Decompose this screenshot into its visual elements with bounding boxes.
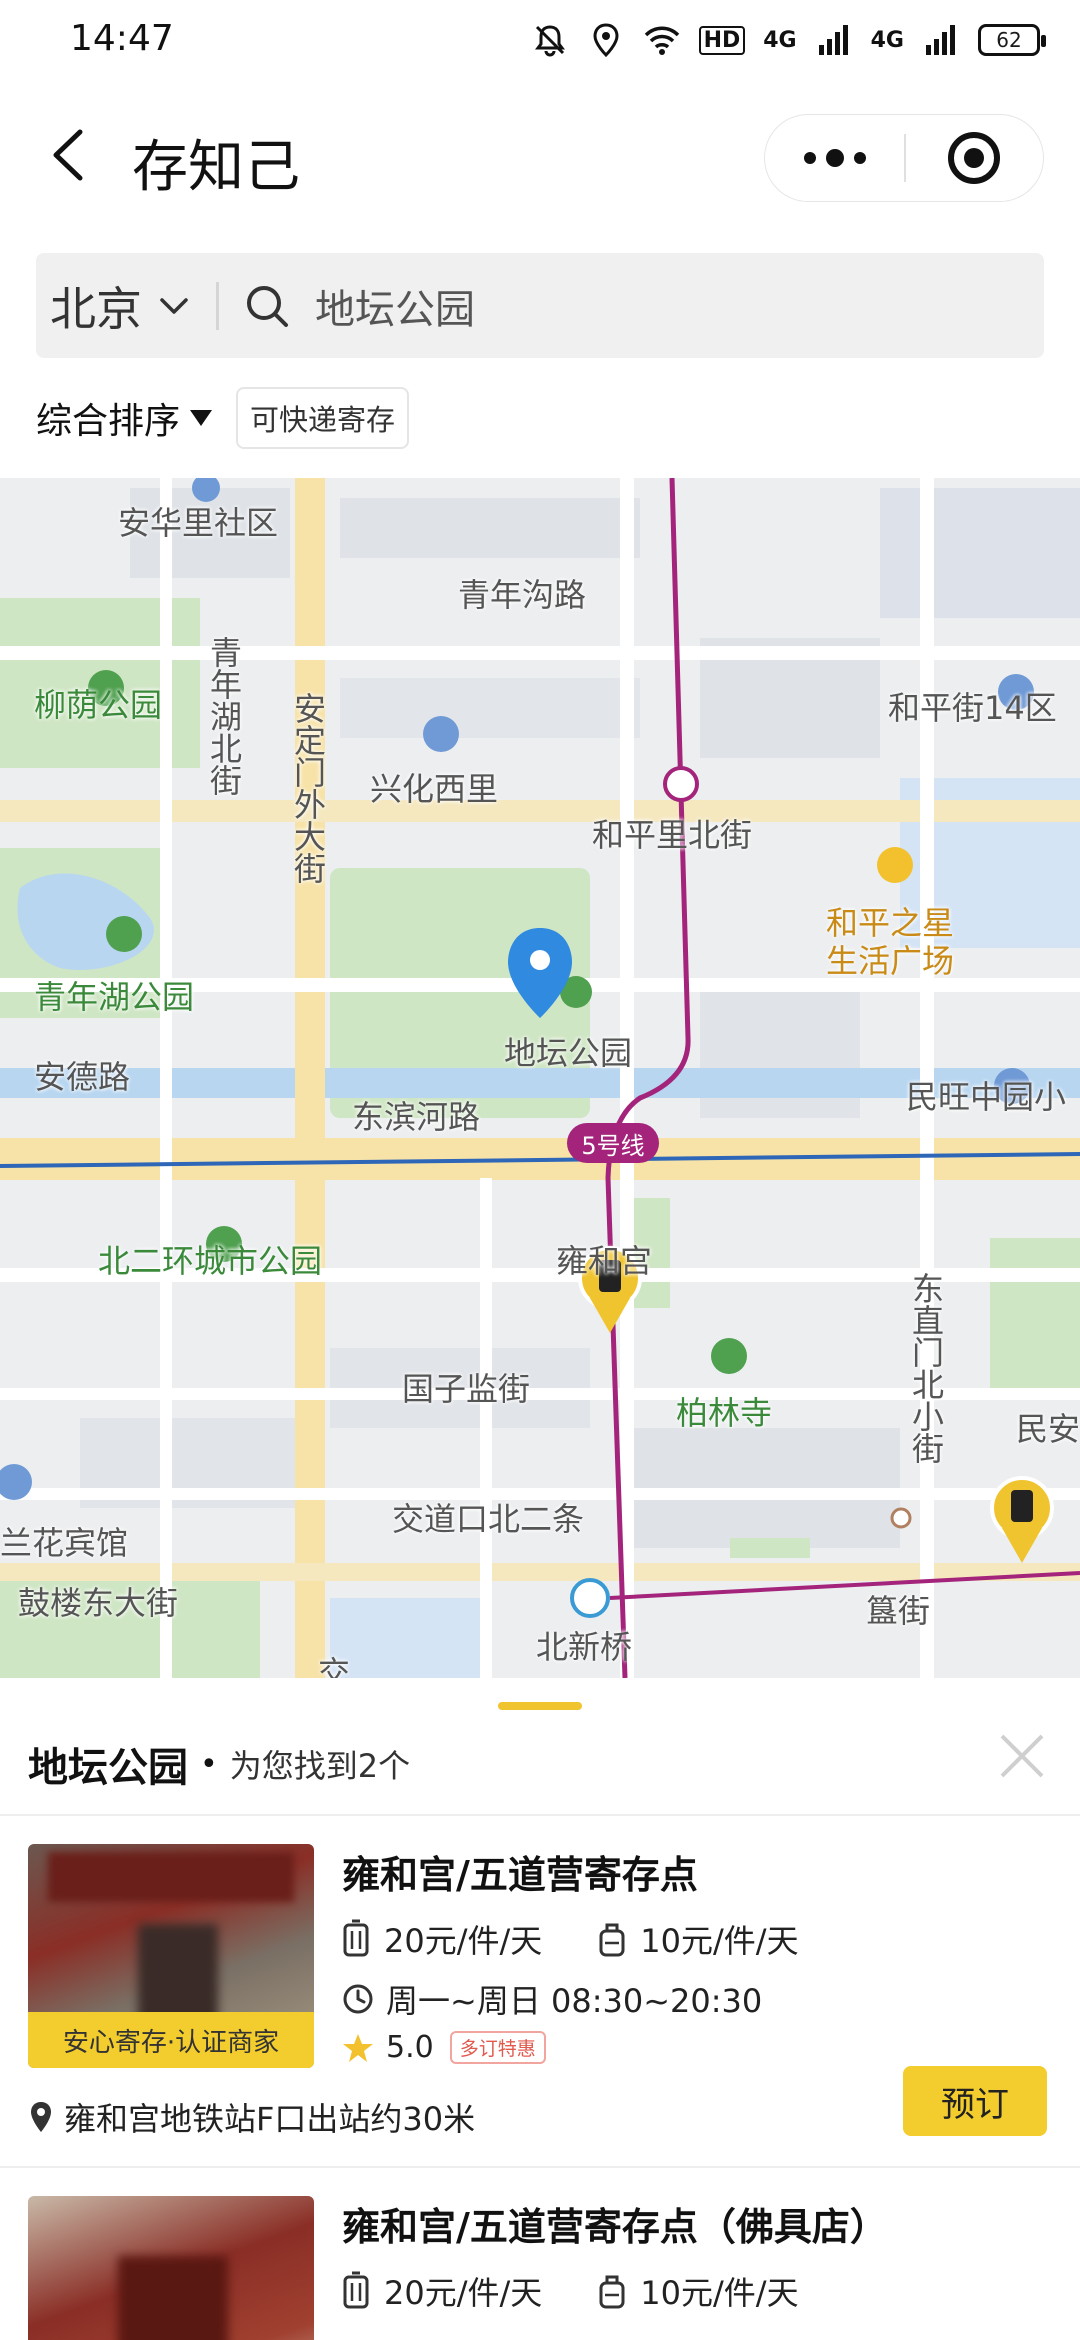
map-label: 兰花宾馆 xyxy=(0,1524,129,1562)
map-label: 地坛公园 xyxy=(504,1034,633,1072)
map-label: 安定门外大街 xyxy=(289,692,327,884)
price-large: 20元/件/天 xyxy=(384,1922,543,1960)
price-row: 20元/件/天 10元/件/天 xyxy=(342,1916,799,1962)
sheet-drag-handle[interactable] xyxy=(498,1702,582,1710)
search-input[interactable]: 地坛公园 xyxy=(315,277,475,335)
storage-thumbnail: 安心寄存·认证商家 xyxy=(28,1844,314,2068)
close-mini-program-button[interactable] xyxy=(906,115,1043,201)
map-label: 和平街14区 xyxy=(888,689,1057,727)
wifi-icon xyxy=(644,26,679,55)
map-label: 兴化西里 xyxy=(370,770,499,808)
hours-text: 周一~周日 08:30~20:30 xyxy=(386,1982,763,2020)
map-label: 青年湖公园 xyxy=(34,978,195,1016)
search-bar: 北京 地坛公园 xyxy=(36,253,1044,358)
map-label: 和平里北街 xyxy=(592,816,753,854)
search-icon xyxy=(247,285,288,327)
results-header: 地坛公园 • 为您找到2个 xyxy=(28,1734,410,1794)
map-label: 北二环城市公园 xyxy=(98,1242,323,1280)
signal-icon xyxy=(818,25,848,55)
chevron-down-icon xyxy=(160,297,188,314)
rating: 5.0 多订特惠 xyxy=(342,2030,546,2065)
mute-bell-icon xyxy=(534,25,565,57)
map-label: 柳荫公园 xyxy=(34,686,163,724)
map-label: 雍和宫 xyxy=(556,1242,653,1280)
price-small: 10元/件/天 xyxy=(640,2274,799,2312)
certified-badge: 安心寄存·认证商家 xyxy=(28,2012,314,2068)
location-pin-icon xyxy=(31,2102,51,2132)
luggage-large-icon xyxy=(343,2271,369,2309)
map-label: 交 xyxy=(318,1654,351,1678)
map-label: 国子监街 xyxy=(402,1370,531,1408)
back-arrow-icon[interactable] xyxy=(40,120,100,190)
status-bar: 14:47 HD 4G 4G 62 xyxy=(0,0,1080,80)
map-label: 青年沟路 xyxy=(458,576,587,614)
results-dot: • xyxy=(200,1746,218,1782)
clock-icon xyxy=(343,1984,373,2014)
network-4g-1: 4G xyxy=(763,27,797,53)
status-time: 14:47 xyxy=(70,18,174,59)
map-label: 民旺中园小 xyxy=(906,1078,1067,1116)
map-label: 簋街 xyxy=(866,1592,931,1630)
location-row: 雍和宫地铁站F口出站约30米 xyxy=(28,2094,475,2140)
luggage-large-icon xyxy=(343,1919,369,1957)
target-icon xyxy=(948,132,1001,184)
city-selector[interactable]: 北京 xyxy=(36,273,192,339)
sort-label: 综合排序 xyxy=(36,401,181,442)
sort-dropdown[interactable]: 综合排序 xyxy=(36,392,213,444)
map-label: 柏林寺 xyxy=(676,1394,773,1432)
opening-hours: 周一~周日 08:30~20:30 xyxy=(342,1976,762,2022)
promo-badge: 多订特惠 xyxy=(449,2031,546,2064)
search-separator xyxy=(216,281,219,330)
results-place: 地坛公园 xyxy=(28,1745,188,1791)
map-label: 安华里社区 xyxy=(118,504,279,542)
map-label: 民安 xyxy=(1016,1410,1080,1448)
price-row: 20元/件/天 10元/件/天 xyxy=(342,2268,799,2314)
divider xyxy=(0,2166,1080,2168)
map-label: 青年湖北街 xyxy=(205,636,243,796)
luggage-small-icon xyxy=(599,2275,625,2309)
location-icon xyxy=(593,23,619,58)
location-text: 雍和宫地铁站F口出站约30米 xyxy=(64,2100,476,2138)
map-label: 安德路 xyxy=(34,1058,131,1096)
hd-badge: HD xyxy=(698,25,746,55)
map-label: 鼓楼东大街 xyxy=(18,1584,179,1622)
more-menu-button[interactable] xyxy=(765,115,904,201)
results-count: 为您找到2个 xyxy=(229,1747,411,1785)
rating-value: 5.0 xyxy=(386,2030,434,2065)
star-icon xyxy=(343,2033,373,2062)
page-title: 存知己 xyxy=(132,135,300,200)
close-icon[interactable] xyxy=(996,1730,1048,1782)
signal-icon xyxy=(926,25,955,55)
map-label: 交道口北二条 xyxy=(392,1500,585,1538)
express-storage-chip[interactable]: 可快递寄存 xyxy=(236,387,410,449)
status-icons: HD 4G 4G 62 xyxy=(531,18,1046,62)
map-label: 东滨河路 xyxy=(352,1098,481,1136)
city-label: 北京 xyxy=(50,281,142,336)
filter-bar: 综合排序 可快递寄存 xyxy=(36,387,410,449)
triangle-down-icon xyxy=(190,410,213,426)
app-header: 存知己 xyxy=(0,80,1080,230)
price-large: 20元/件/天 xyxy=(384,2274,543,2312)
battery-icon: 62 xyxy=(978,24,1046,56)
price-small: 10元/件/天 xyxy=(640,1922,799,1960)
storage-name[interactable]: 雍和宫/五道营寄存点 xyxy=(342,1844,698,1899)
storage-name[interactable]: 雍和宫/五道营寄存点（佛具店） xyxy=(342,2196,888,2251)
map-label: 东直门北小街 xyxy=(907,1272,945,1464)
divider xyxy=(0,1814,1080,1816)
book-button[interactable]: 预订 xyxy=(903,2066,1047,2136)
map-label: 北新桥 xyxy=(536,1628,633,1666)
network-4g-2: 4G xyxy=(870,27,904,53)
map-view[interactable]: 安华里社区 青年沟路 柳荫公园 青年湖北街 安定门外大街 兴化西里 和平街14区… xyxy=(0,478,1080,1678)
mini-program-capsule xyxy=(764,114,1044,202)
metro-line-badge: 5号线 xyxy=(567,1123,659,1163)
storage-thumbnail xyxy=(28,2196,314,2340)
map-label: 生活广场 xyxy=(826,942,955,980)
luggage-small-icon xyxy=(599,1923,625,1957)
